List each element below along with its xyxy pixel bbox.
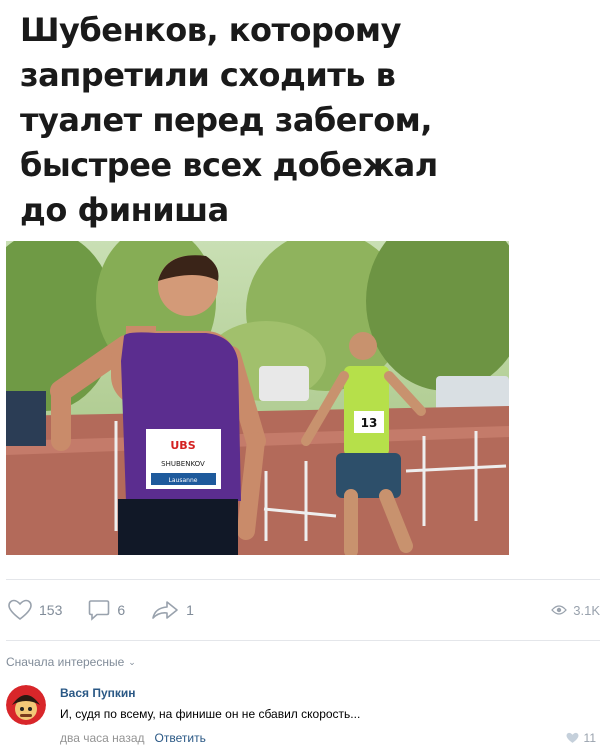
views-count: 3.1K	[573, 602, 600, 618]
avatar[interactable]	[6, 685, 46, 725]
heart-icon	[8, 599, 32, 621]
comment-like-button[interactable]: 11	[566, 731, 596, 745]
bib-front: UBS	[170, 439, 195, 452]
comment-author[interactable]: Вася Пупкин	[60, 686, 136, 700]
comment-time[interactable]: два часа назад	[60, 731, 145, 745]
share-button[interactable]: 1	[151, 600, 194, 620]
bib-brand: Lausanne	[169, 477, 198, 484]
heart-icon	[566, 732, 578, 743]
post-title: Шубенков, которому запретили сходить в т…	[20, 11, 438, 229]
sort-label: Сначала интересные	[6, 655, 125, 669]
comment-text: И, судя по всему, на финише он не сбавил…	[60, 707, 361, 721]
share-count: 1	[186, 602, 194, 618]
comment-icon	[89, 600, 110, 621]
comments-sort-dropdown[interactable]: Сначала интересные ⌄	[6, 655, 136, 669]
like-count: 153	[39, 602, 63, 618]
eye-icon	[551, 605, 568, 615]
bib-name: SHUBENKOV	[161, 460, 205, 468]
views-counter: 3.1K	[551, 603, 600, 618]
comment-meta: два часа назад Ответить	[60, 731, 206, 745]
chevron-down-icon: ⌄	[128, 656, 136, 667]
comment-item: Вася Пупкин И, судя по всему, на финише …	[6, 683, 600, 753]
comment-button[interactable]: 6	[88, 599, 125, 621]
runner-number: 13	[361, 416, 378, 430]
like-button[interactable]: 153	[8, 599, 62, 621]
divider	[6, 579, 600, 580]
comment-count: 6	[117, 602, 126, 618]
share-icon	[152, 601, 178, 619]
reply-link[interactable]: Ответить	[155, 731, 206, 745]
comment-like-count: 11	[583, 731, 596, 745]
post-actions: 153 6 1 3.1K	[6, 592, 600, 628]
post-photo[interactable]: 13 UBS SHUBENKOV Lausanne	[6, 241, 509, 555]
divider	[6, 640, 600, 641]
